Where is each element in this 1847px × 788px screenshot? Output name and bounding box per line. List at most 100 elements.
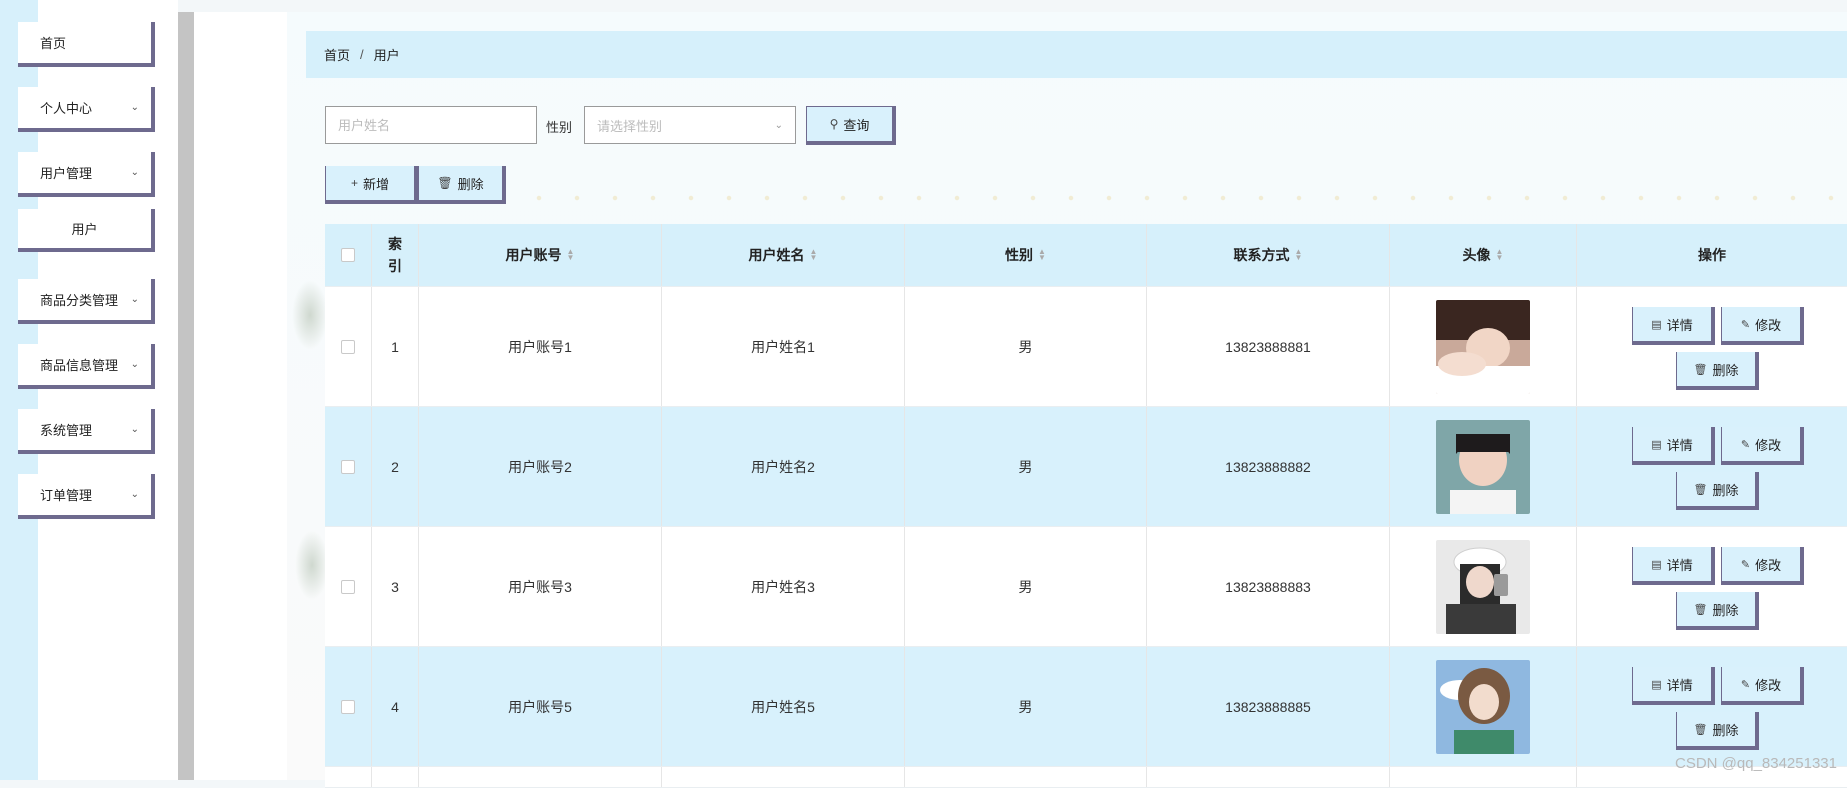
gender-cell: 男 [905, 407, 1147, 526]
sidebar-item-system-management[interactable]: 系统管理 ⌄ [18, 409, 155, 454]
sidebar-scrollbar[interactable] [178, 12, 194, 780]
avatar[interactable] [1436, 419, 1530, 514]
name-cell [662, 767, 905, 787]
decorative-dot-row [520, 195, 1840, 201]
gender-cell: 男 [905, 287, 1147, 406]
phone-cell [1147, 767, 1390, 787]
pencil-icon: ✎ [1740, 318, 1751, 331]
avatar[interactable] [1436, 659, 1530, 754]
header-account-label: 用户账号 [505, 247, 562, 263]
detail-button[interactable]: ▤ 详情 [1632, 307, 1715, 345]
delete-button[interactable]: 🗑 删除 [1676, 712, 1759, 750]
header-phone[interactable]: 联系方式 ▲ ▼ [1147, 224, 1390, 286]
sidebar-subitem-user[interactable]: 用户 [18, 209, 155, 252]
sidebar-item-label: 用户 [71, 222, 98, 237]
detail-button[interactable]: ▤ 详情 [1632, 547, 1715, 585]
sidebar-item-user-management[interactable]: 用户管理 ⌄ [18, 152, 155, 197]
avatar-photo-icon [1436, 419, 1530, 514]
sidebar-item-category-management[interactable]: 商品分类管理 ⌄ [18, 279, 155, 324]
header-account[interactable]: 用户账号 ▲ ▼ [419, 224, 662, 286]
sidebar-item-order-management[interactable]: 订单管理 ⌄ [18, 474, 155, 519]
edit-button[interactable]: ✎ 修改 [1721, 547, 1804, 585]
row-checkbox[interactable] [341, 699, 355, 714]
delete-button[interactable]: 🗑 删除 [1676, 472, 1759, 510]
detail-button-label: 详情 [1666, 677, 1693, 693]
index-cell: 2 [372, 407, 419, 526]
header-name-label: 用户姓名 [748, 247, 805, 263]
name-cell: 用户姓名3 [662, 527, 905, 646]
table-row-partial [325, 767, 1847, 788]
row-actions: ▤ 详情 ✎ 修改 🗑 删除 [1577, 527, 1847, 646]
breadcrumb-home[interactable]: 首页 [324, 45, 350, 64]
breadcrumb-current: 用户 [373, 48, 400, 63]
ops-cell: ▤ 详情 ✎ 修改 🗑 删除 [1577, 647, 1847, 766]
delete-button-label: 删除 [1712, 722, 1739, 738]
chevron-down-icon: ⌄ [130, 102, 139, 113]
edit-button-label: 修改 [1755, 317, 1782, 333]
sidebar-item-label: 用户管理 [40, 166, 93, 181]
table-row: 3 用户账号3 用户姓名3 男 13823888883 ▤ 详情 ✎ 修改 🗑 删除 [325, 527, 1847, 647]
index-cell: 1 [372, 287, 419, 406]
sidebar-item-label: 首页 [40, 36, 67, 51]
header-gender[interactable]: 性别 ▲ ▼ [905, 224, 1147, 286]
gender-cell: 男 [905, 527, 1147, 646]
sort-icon[interactable]: ▲ ▼ [1496, 248, 1504, 262]
header-avatar-label: 头像 [1462, 247, 1491, 263]
detail-button[interactable]: ▤ 详情 [1632, 427, 1715, 465]
document-icon: ▤ [1651, 558, 1662, 571]
ops-cell: ▤ 详情 ✎ 修改 🗑 删除 [1577, 527, 1847, 646]
avatar[interactable] [1436, 299, 1530, 394]
detail-button[interactable]: ▤ 详情 [1632, 667, 1715, 705]
chevron-down-icon: ⌄ [130, 489, 139, 500]
edit-button[interactable]: ✎ 修改 [1721, 667, 1804, 705]
header-index: 索 引 [372, 224, 419, 286]
add-button[interactable]: + 新增 [325, 166, 418, 204]
phone-cell: 13823888883 [1147, 527, 1390, 646]
table-row: 1 用户账号1 用户姓名1 男 13823888881 ▤ 详情 ✎ 修改 🗑 删除 [325, 287, 1847, 407]
delete-button[interactable]: 🗑 删除 [1676, 352, 1759, 390]
gender-select[interactable]: 请选择性别 ⌄ [584, 106, 796, 144]
row-checkbox[interactable] [341, 459, 355, 474]
select-all-checkbox[interactable] [341, 248, 355, 262]
detail-button-label: 详情 [1666, 557, 1693, 573]
edit-button-label: 修改 [1755, 437, 1782, 453]
phone-cell: 13823888882 [1147, 407, 1390, 526]
document-icon: ▤ [1651, 678, 1662, 691]
search-icon: ⚲ [829, 117, 839, 131]
delete-button-label: 删除 [1712, 362, 1739, 378]
sidebar-item-label: 个人中心 [40, 101, 93, 116]
avatar[interactable] [1436, 539, 1530, 634]
query-button[interactable]: ⚲ 查询 [806, 106, 896, 145]
sort-icon[interactable]: ▲ ▼ [810, 248, 818, 262]
header-name[interactable]: 用户姓名 ▲ ▼ [662, 224, 905, 286]
sort-icon[interactable]: ▲ ▼ [1295, 248, 1303, 262]
row-select-cell [325, 527, 372, 646]
header-avatar[interactable]: 头像 ▲ ▼ [1390, 224, 1577, 286]
chevron-down-icon: ⌄ [774, 119, 783, 131]
batch-delete-button[interactable]: 🗑 删除 [418, 166, 506, 204]
chevron-down-icon: ⌄ [130, 424, 139, 435]
sidebar-item-home[interactable]: 首页 [18, 22, 155, 67]
table-row: 4 用户账号5 用户姓名5 男 13823888885 ▤ 详情 ✎ 修改 🗑 删除 [325, 647, 1847, 767]
index-cell: 3 [372, 527, 419, 646]
header-index-line2: 引 [388, 258, 402, 274]
delete-button[interactable]: 🗑 删除 [1676, 592, 1759, 630]
pencil-icon: ✎ [1740, 558, 1751, 571]
avatar-photo-icon [1436, 659, 1530, 754]
sort-icon[interactable]: ▲ ▼ [567, 248, 575, 262]
avatar-cell [1390, 407, 1577, 526]
edit-button[interactable]: ✎ 修改 [1721, 427, 1804, 465]
delete-button-label: 删除 [1712, 482, 1739, 498]
username-search-input[interactable] [325, 106, 537, 144]
avatar-photo-icon [1436, 299, 1530, 394]
row-select-cell [325, 647, 372, 766]
edit-button[interactable]: ✎ 修改 [1721, 307, 1804, 345]
sort-icon[interactable]: ▲ ▼ [1038, 248, 1046, 262]
sidebar-item-label: 商品信息管理 [40, 358, 119, 373]
row-checkbox[interactable] [341, 579, 355, 594]
sidebar-item-personal-center[interactable]: 个人中心 ⌄ [18, 87, 155, 132]
row-checkbox[interactable] [341, 339, 355, 354]
account-cell: 用户账号2 [419, 407, 662, 526]
sidebar-item-product-management[interactable]: 商品信息管理 ⌄ [18, 344, 155, 389]
header-select-all-cell [325, 224, 372, 286]
